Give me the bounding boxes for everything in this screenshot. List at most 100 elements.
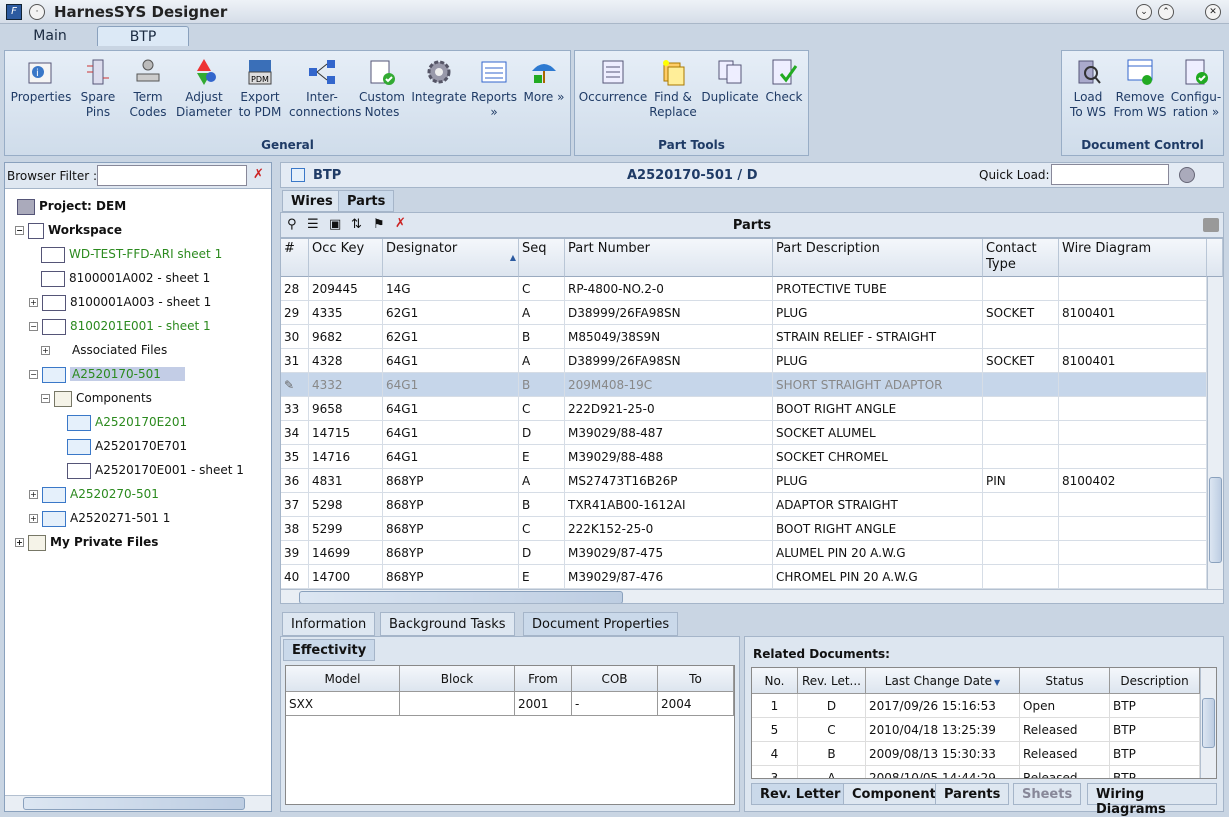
tree-item[interactable]: +8100001A003 - sheet 1 [29, 291, 211, 313]
column-header[interactable]: COB [572, 666, 658, 692]
scroll-thumb[interactable] [1202, 698, 1215, 748]
duplicate-button[interactable]: Duplicate [699, 57, 761, 105]
tree-item[interactable]: + A2520270-501 [29, 483, 159, 505]
table-cell[interactable]: A [798, 766, 866, 778]
reports-button[interactable]: Reports » [467, 57, 521, 120]
expand-toggle[interactable]: + [29, 490, 38, 499]
tab-parents[interactable]: Parents [935, 783, 1010, 805]
quick-load-input[interactable] [1051, 164, 1169, 185]
term-codes-button[interactable]: Term Codes [123, 57, 173, 120]
browser-scrollbar[interactable] [5, 795, 271, 811]
column-header[interactable]: Block [400, 666, 515, 692]
table-row[interactable]: 37 5298 868YP B TXR41AB00-1612AI ADAPTOR STRA… [281, 493, 1207, 517]
table-cell[interactable]: 5 [752, 718, 798, 742]
minimize-icon[interactable]: ⌄ [1136, 4, 1152, 20]
column-header[interactable]: Seq [519, 239, 565, 277]
table-row[interactable]: 35 14716 64G1 E M39029/88-488 SOCKET CHROMEL [281, 445, 1207, 469]
printer-icon[interactable] [1203, 218, 1219, 232]
table-row[interactable]: 31 4328 64G1 A D38999/26FA98SN PLUG SOCKET 8100… [281, 349, 1207, 373]
tree-item[interactable]: A2520170E201 [67, 411, 187, 433]
export-to-pdm-button[interactable]: PDM Export to PDM [233, 57, 287, 120]
tab-wires[interactable]: Wires [282, 190, 342, 212]
tree-workspace[interactable]: − Workspace [15, 219, 122, 241]
table-cell[interactable]: B [798, 742, 866, 766]
tab-btp[interactable]: BTP [97, 26, 189, 46]
column-header[interactable]: Contact Type [983, 239, 1059, 277]
tab-main[interactable]: Main [20, 26, 80, 46]
column-header[interactable]: Part Description [773, 239, 983, 277]
table-cell[interactable]: 2009/08/13 15:30:33 [866, 742, 1020, 766]
window-menu-icon[interactable]: · [29, 4, 45, 20]
tab-sheets[interactable]: Sheets [1013, 783, 1082, 805]
tree-item[interactable]: + Associated Files [41, 339, 167, 361]
table-row[interactable]: 40 14700 868YP E M39029/87-476 CHROMEL PIN 20… [281, 565, 1207, 589]
tree-item[interactable]: − A2520170-501 [29, 363, 185, 385]
table-cell[interactable]: 2004 [658, 692, 734, 716]
quick-load-go-icon[interactable] [1179, 167, 1195, 183]
custom-notes-button[interactable]: Custom Notes [357, 57, 407, 120]
tree-item[interactable]: WD-TEST-FFD-ARI sheet 1 [41, 243, 222, 265]
load-to-ws-button[interactable]: Load To WS [1064, 57, 1112, 120]
collapse-toggle[interactable]: − [15, 226, 24, 235]
column-header[interactable]: Status [1020, 668, 1110, 694]
table-cell[interactable]: SXX [286, 692, 400, 716]
tree-item[interactable]: A2520170E001 - sheet 1 [67, 459, 244, 481]
browser-filter-input[interactable] [97, 165, 247, 186]
clear-filter-icon[interactable]: ✗ [253, 167, 264, 182]
table-vscrollbar[interactable] [1207, 277, 1223, 589]
tree-item[interactable]: − Components [41, 387, 152, 409]
table-cell[interactable]: BTP [1110, 694, 1200, 718]
column-header[interactable]: # [281, 239, 309, 277]
tree-item[interactable]: + A2520271-501 1 [29, 507, 170, 529]
expand-toggle[interactable]: + [41, 346, 50, 355]
table-cell[interactable]: Released [1020, 742, 1110, 766]
table-cell[interactable] [400, 692, 515, 716]
table-cell[interactable]: 3 [752, 766, 798, 778]
table-row[interactable]: 28 209445 14G C RP-4800-NO.2-0 PROTECTIVE TUB… [281, 277, 1207, 301]
table-row[interactable]: 38 5299 868YP C 222K152-25-0 BOOT RIGHT ANGLE [281, 517, 1207, 541]
column-header[interactable]: Wire Diagram [1059, 239, 1207, 277]
scroll-thumb[interactable] [1209, 477, 1222, 563]
collapse-toggle[interactable]: − [41, 394, 50, 403]
interconnections-button[interactable]: Inter- connections [289, 57, 361, 120]
table-row[interactable]: 30 9682 62G1 B M85049/38S9N STRAIN RELIEF - S… [281, 325, 1207, 349]
adjust-diameter-button[interactable]: Adjust Diameter [175, 57, 233, 120]
table-row[interactable]: 34 14715 64G1 D M39029/88-487 SOCKET ALUMEL [281, 421, 1207, 445]
table-cell[interactable]: BTP [1110, 766, 1200, 778]
check-button[interactable]: Check [761, 57, 807, 105]
find-replace-button[interactable]: Find & Replace [647, 57, 699, 120]
table-cell[interactable]: C [798, 718, 866, 742]
scroll-thumb[interactable] [299, 591, 623, 603]
tree-item[interactable]: − 8100201E001 - sheet 1 [29, 315, 211, 337]
table-cell[interactable]: 2001 [515, 692, 572, 716]
table-cell[interactable]: D [798, 694, 866, 718]
table-cell[interactable]: 2008/10/05 14:44:29 [866, 766, 1020, 778]
table-hscrollbar[interactable] [281, 589, 1223, 603]
column-header[interactable]: No. [752, 668, 798, 694]
table-row[interactable]: 39 14699 868YP D M39029/87-475 ALUMEL PIN 20 … [281, 541, 1207, 565]
column-header[interactable]: Description [1110, 668, 1200, 694]
tree-item[interactable]: A2520170E701 [67, 435, 187, 457]
remove-from-ws-button[interactable]: Remove From WS [1112, 57, 1168, 120]
tree-item[interactable]: + My Private Files [15, 531, 158, 553]
table-row[interactable]: ✎ 4332 64G1 B 209M408-19C SHORT STRAIGHT ADAP… [281, 373, 1207, 397]
column-header[interactable]: Occ Key [309, 239, 383, 277]
column-header[interactable]: Rev. Let... [798, 668, 866, 694]
expand-toggle[interactable]: + [29, 514, 38, 523]
expand-toggle[interactable]: + [29, 298, 38, 307]
table-cell[interactable]: 4 [752, 742, 798, 766]
table-cell[interactable]: BTP [1110, 742, 1200, 766]
table-cell[interactable]: - [572, 692, 658, 716]
table-cell[interactable]: Open [1020, 694, 1110, 718]
column-header[interactable]: Designator ▲ [383, 239, 519, 277]
related-vscrollbar[interactable] [1200, 668, 1216, 778]
tab-effectivity[interactable]: Effectivity [283, 639, 376, 661]
close-icon[interactable]: ✕ [1205, 4, 1221, 20]
column-header[interactable]: From [515, 666, 572, 692]
column-header[interactable]: To [658, 666, 734, 692]
maximize-icon[interactable]: ⌃ [1158, 4, 1174, 20]
integrate-button[interactable]: Integrate [409, 57, 469, 105]
table-cell[interactable]: BTP [1110, 718, 1200, 742]
collapse-toggle[interactable]: − [29, 370, 38, 379]
occurrence-button[interactable]: Occurrence [577, 57, 649, 105]
